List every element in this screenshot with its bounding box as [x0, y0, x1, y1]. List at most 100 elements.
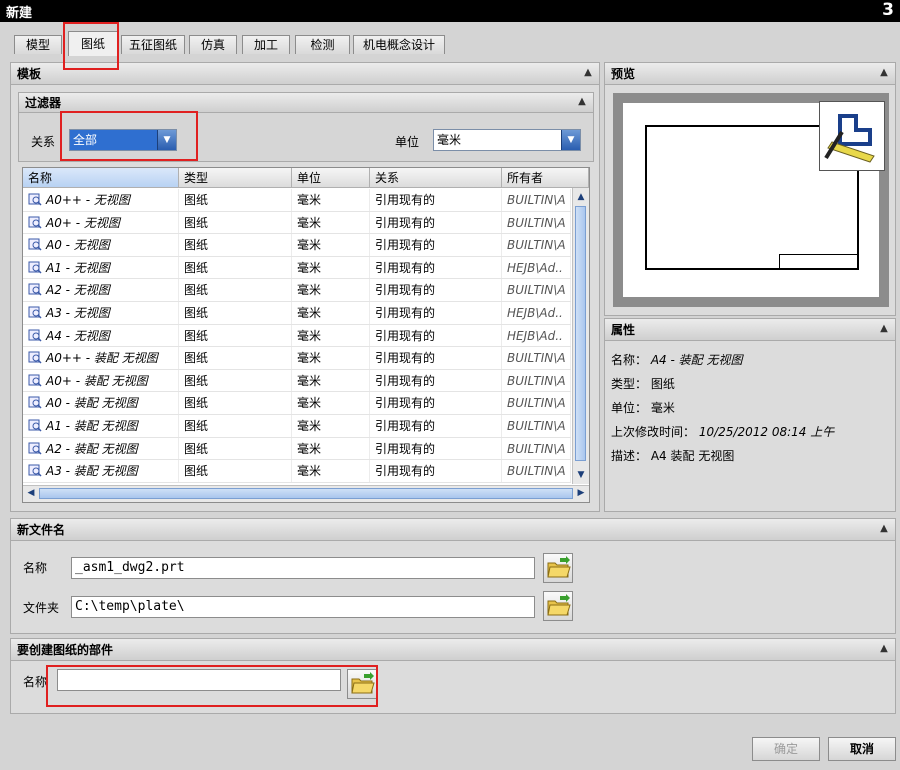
- title-bar: 新建 3: [0, 0, 900, 22]
- column-header-name[interactable]: 名称: [23, 168, 179, 188]
- scroll-left-icon[interactable]: ◀: [24, 486, 38, 500]
- scroll-right-icon[interactable]: ▶: [574, 486, 588, 500]
- horizontal-scrollbar[interactable]: ◀ ▶: [23, 485, 589, 502]
- table-cell-name: A0+ - 装配 无视图: [23, 369, 179, 392]
- table-row[interactable]: A0++ - 装配 无视图 图纸 毫米 引用现有的 BUILTIN\A: [23, 347, 571, 370]
- table-cell-text: 引用现有的: [375, 260, 436, 275]
- table-cell-text: A3 - 无视图: [46, 306, 110, 320]
- table-row[interactable]: A1 - 无视图 图纸 毫米 引用现有的 HEJB\Ad..: [23, 256, 571, 280]
- table-cell-text: 引用现有的: [375, 396, 436, 411]
- table-row[interactable]: A2 - 装配 无视图 图纸 毫米 引用现有的 BUILTIN\A: [23, 437, 571, 461]
- table-cell-text: A2 - 装配 无视图: [46, 441, 138, 456]
- collapse-icon[interactable]: ▲: [575, 95, 589, 109]
- tab-wuzheng-drawing[interactable]: 五征图纸: [121, 35, 185, 54]
- table-row[interactable]: A0+ - 无视图 图纸 毫米 引用现有的 BUILTIN\A: [23, 211, 571, 235]
- chevron-down-icon[interactable]: ▼: [561, 130, 580, 150]
- table-cell-name: A0 - 无视图: [23, 234, 179, 256]
- table-cell-text: A0+ - 装配 无视图: [46, 373, 148, 388]
- tab-simulation[interactable]: 仿真: [189, 35, 237, 54]
- column-header-type[interactable]: 类型: [179, 168, 292, 188]
- column-header-owner[interactable]: 所有者: [502, 168, 589, 188]
- scroll-down-icon[interactable]: ▼: [574, 468, 588, 482]
- table-cell-text: 毫米: [297, 373, 322, 388]
- table-row[interactable]: A4 - 无视图 图纸 毫米 引用现有的 HEJB\Ad..: [23, 324, 571, 348]
- template-icon: [28, 214, 42, 229]
- cancel-button[interactable]: 取消: [828, 737, 896, 761]
- unit-dropdown[interactable]: 毫米 ▼: [433, 129, 581, 151]
- collapse-icon[interactable]: ▲: [877, 642, 891, 656]
- table-cell-text: 图纸: [184, 464, 209, 479]
- property-label: 单位：: [611, 401, 648, 415]
- browse-file-button[interactable]: [543, 553, 573, 583]
- table-row[interactable]: A0+ - 装配 无视图 图纸 毫米 引用现有的 BUILTIN\A: [23, 369, 571, 393]
- scroll-thumb[interactable]: [575, 206, 586, 461]
- table-cell-text: 图纸: [184, 328, 209, 343]
- table-row[interactable]: A0 - 装配 无视图 图纸 毫米 引用现有的 BUILTIN\A: [23, 392, 571, 415]
- tab-manufacturing[interactable]: 加工: [242, 35, 290, 54]
- table-cell-text: 引用现有的: [375, 283, 436, 298]
- folder-icon: [547, 594, 571, 616]
- table-cell-text: 图纸: [184, 351, 209, 366]
- table-row[interactable]: A3 - 装配 无视图 图纸 毫米 引用现有的 BUILTIN\A: [23, 460, 571, 483]
- table-cell-text: 图纸: [184, 238, 209, 253]
- browse-folder-button[interactable]: [543, 591, 573, 621]
- table-cell-text: A2 - 无视图: [46, 283, 110, 298]
- table-cell-text: A4 - 无视图: [46, 328, 110, 343]
- table-cell-relation: 引用现有的: [370, 437, 502, 460]
- table-cell-unit: 毫米: [292, 392, 370, 414]
- column-header-relation[interactable]: 关系: [370, 168, 502, 188]
- part-panel-title: 要创建图纸的部件: [17, 643, 114, 657]
- collapse-icon[interactable]: ▲: [581, 66, 595, 80]
- highlight-box: [46, 665, 378, 707]
- new-file-panel-header: 新文件名 ▲: [11, 519, 895, 541]
- file-name-input[interactable]: _asm1_dwg2.prt: [71, 557, 535, 579]
- table-cell-owner: BUILTIN\A: [502, 189, 571, 211]
- table-row[interactable]: A2 - 无视图 图纸 毫米 引用现有的 BUILTIN\A: [23, 279, 571, 302]
- table-cell-unit: 毫米: [292, 256, 370, 279]
- table-row[interactable]: A1 - 装配 无视图 图纸 毫米 引用现有的 BUILTIN\A: [23, 415, 571, 438]
- table-row[interactable]: A3 - 无视图 图纸 毫米 引用现有的 HEJB\Ad..: [23, 302, 571, 325]
- table-cell-relation: 引用现有的: [370, 189, 502, 211]
- property-value: 毫米: [650, 401, 675, 415]
- template-icon: [28, 440, 42, 455]
- table-row[interactable]: A0 - 无视图 图纸 毫米 引用现有的 BUILTIN\A: [23, 234, 571, 257]
- table-row[interactable]: A0++ - 无视图 图纸 毫米 引用现有的 BUILTIN\A: [23, 189, 571, 212]
- vertical-scrollbar[interactable]: ▲ ▼: [572, 188, 589, 484]
- table-cell-type: 图纸: [179, 392, 292, 414]
- table-cell-text: 毫米: [297, 441, 322, 456]
- tab-inspection[interactable]: 检测: [295, 35, 350, 54]
- property-label: 类型：: [611, 377, 648, 391]
- table-cell-text: HEJB\Ad..: [507, 260, 563, 275]
- collapse-icon[interactable]: ▲: [877, 66, 891, 80]
- ok-button[interactable]: 确定: [752, 737, 820, 761]
- tab-bar: 模型 图纸 五征图纸 仿真 加工 检测 机电概念设计: [0, 22, 900, 56]
- folder-input[interactable]: C:\temp\plate\: [71, 596, 535, 618]
- table-cell-text: 引用现有的: [375, 373, 436, 388]
- table-cell-text: 引用现有的: [375, 328, 436, 343]
- table-cell-relation: 引用现有的: [370, 302, 502, 324]
- template-panel-title: 模板: [17, 67, 42, 81]
- scroll-thumb[interactable]: [39, 488, 573, 499]
- table-cell-text: 毫米: [297, 283, 322, 298]
- tab-mechatronics[interactable]: 机电概念设计: [353, 35, 445, 54]
- close-button[interactable]: 3: [878, 0, 898, 20]
- table-cell-type: 图纸: [179, 415, 292, 437]
- collapse-icon[interactable]: ▲: [877, 322, 891, 336]
- table-cell-type: 图纸: [179, 234, 292, 256]
- column-header-unit[interactable]: 单位: [292, 168, 370, 188]
- table-cell-text: 毫米: [297, 260, 322, 275]
- tab-model[interactable]: 模型: [14, 35, 62, 54]
- title-block: [779, 254, 859, 270]
- property-item: 上次修改时间： 10/25/2012 08:14 上午: [611, 423, 834, 440]
- window-title: 新建: [6, 6, 33, 21]
- table-cell-relation: 引用现有的: [370, 256, 502, 279]
- table-cell-text: 图纸: [184, 283, 209, 298]
- scroll-up-icon[interactable]: ▲: [574, 190, 588, 204]
- collapse-icon[interactable]: ▲: [877, 522, 891, 536]
- properties-panel: 属性 ▲ 名称： A4 - 装配 无视图 类型： 图纸 单位： 毫米 上次修改时…: [604, 318, 896, 512]
- table-cell-text: BUILTIN\A: [507, 215, 566, 230]
- preview-panel: 预览 ▲: [604, 62, 896, 316]
- table-cell-text: 毫米: [297, 193, 322, 207]
- table-cell-unit: 毫米: [292, 369, 370, 392]
- table-cell-text: 毫米: [297, 328, 322, 343]
